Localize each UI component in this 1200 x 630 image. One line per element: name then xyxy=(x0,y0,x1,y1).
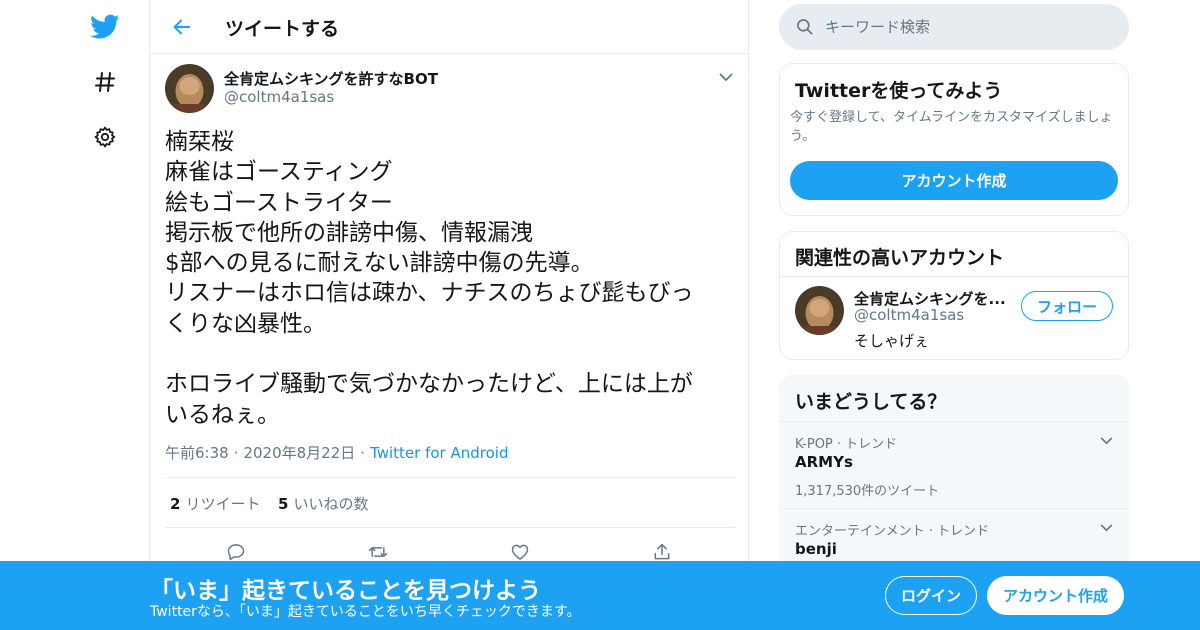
chevron-down-icon[interactable] xyxy=(1097,519,1115,537)
trend-item[interactable]: K-POP · トレンド ARMYs 1,317,530件のツイート xyxy=(780,421,1128,508)
tweet-time[interactable]: 午前6:38 xyxy=(165,444,229,462)
try-twitter-card: Twitterを使ってみよう 今すぐ登録して、タイムラインをカスタマイズしましょ… xyxy=(779,63,1129,216)
create-account-button[interactable]: アカウント作成 xyxy=(790,161,1118,200)
tweet-date[interactable]: 2020年8月22日 xyxy=(243,444,355,462)
tweet-text-line: ホロライブ騒動で気づかなかったけど、上には上が xyxy=(165,371,693,398)
divider xyxy=(780,276,1128,277)
left-nav xyxy=(80,0,130,630)
tweet-text-line: リスナーはホロ信は疎か、ナチスのちょび髭もびっ xyxy=(165,280,694,307)
like-count: 5 xyxy=(278,495,289,513)
try-card-description: 今すぐ登録して、タイムラインをカスタマイズしましょう。 xyxy=(790,110,1113,144)
signup-banner: 「いま」起きていることを見つけよう Twitterなら、「いま」起きていることを… xyxy=(0,561,1200,630)
meta-separator: · xyxy=(360,444,366,462)
hashtag-icon[interactable] xyxy=(90,67,120,97)
tweet-text-line: いるねぇ。 xyxy=(165,401,280,428)
tweet-source-link[interactable]: Twitter for Android xyxy=(370,444,508,462)
avatar[interactable] xyxy=(795,286,844,335)
meta-separator: · xyxy=(233,444,239,462)
related-card-title: 関連性の高いアカウント xyxy=(795,247,1005,269)
trend-meta: エンターテインメント · トレンド xyxy=(795,524,990,539)
tweet-text-line: 麻雀はゴースティング xyxy=(165,159,393,186)
related-accounts-card: 関連性の高いアカウント 全肯定ムシキングを... @coltm4a1sas そし… xyxy=(779,231,1129,360)
trend-name: benji xyxy=(795,540,837,558)
follow-button[interactable]: フォロー xyxy=(1021,291,1113,321)
banner-title: 「いま」起きていることを見つけよう xyxy=(150,578,541,604)
tweet-stats: 2 リツイート 5 いいねの数 xyxy=(165,477,735,528)
author-name[interactable]: 全肯定ムシキングを許すなBOT xyxy=(224,68,438,89)
try-card-title: Twitterを使ってみよう xyxy=(795,80,1003,102)
tweet-text-line: くりな凶暴性。 xyxy=(165,310,326,337)
tweet-text-line: 掲示板で他所の誹謗中傷、情報漏洩 xyxy=(165,219,533,246)
related-account-bio: そしゃげぇ xyxy=(854,332,930,350)
tweet-text-line xyxy=(165,339,735,369)
trend-count: 1,317,530件のツイート xyxy=(795,484,940,499)
chevron-down-icon[interactable] xyxy=(717,68,735,86)
trend-meta: K-POP · トレンド xyxy=(795,437,898,452)
search-input[interactable] xyxy=(825,4,1115,50)
column-header: ツイートする xyxy=(150,0,748,54)
chevron-down-icon[interactable] xyxy=(1097,432,1115,450)
trends-card-title: いまどうしてる？ xyxy=(795,391,947,413)
page-title: ツイートする xyxy=(225,18,340,40)
like-label: いいねの数 xyxy=(293,495,369,513)
settings-gear-icon[interactable] xyxy=(90,122,120,152)
tweet-meta: 午前6:38 · 2020年8月22日 · Twitter for Android xyxy=(165,442,509,463)
related-account-handle[interactable]: @coltm4a1sas xyxy=(854,306,964,324)
tweet-text-line: $部への見るに耐えない誹謗中傷の先導。 xyxy=(165,250,594,277)
twitter-bird-icon[interactable] xyxy=(90,12,120,42)
tweet-text-line: 楠栞桜 xyxy=(165,129,234,155)
retweet-count: 2 xyxy=(170,495,181,513)
back-arrow-icon[interactable] xyxy=(170,15,194,39)
author-handle[interactable]: @coltm4a1sas xyxy=(224,88,334,106)
search-icon xyxy=(797,19,813,35)
tweet-text-line: 絵もゴーストライター xyxy=(165,189,393,216)
tweet-text: 楠栞桜麻雀はゴースティング 絵もゴーストライター掲示板で他所の誹謗中傷、情報漏洩 $… xyxy=(165,127,735,430)
tweet-column: ツイートする 全肯定ムシキングを許すなBOT @coltm4a1sas 楠栞桜麻… xyxy=(149,0,749,630)
retweet-label: リツイート xyxy=(185,495,261,513)
login-button[interactable]: ログイン xyxy=(885,576,977,615)
signup-button[interactable]: アカウント作成 xyxy=(987,576,1124,615)
trend-name: ARMYs xyxy=(795,453,853,471)
avatar[interactable] xyxy=(165,64,214,113)
banner-subtitle: Twitterなら、「いま」起きていることをいち早くチェックできます。 xyxy=(150,604,581,620)
tweet-author: 全肯定ムシキングを許すなBOT @coltm4a1sas xyxy=(165,64,735,114)
like-stat[interactable]: 5 いいねの数 xyxy=(278,493,368,514)
search-box xyxy=(779,4,1129,50)
retweet-stat[interactable]: 2 リツイート xyxy=(170,493,260,514)
